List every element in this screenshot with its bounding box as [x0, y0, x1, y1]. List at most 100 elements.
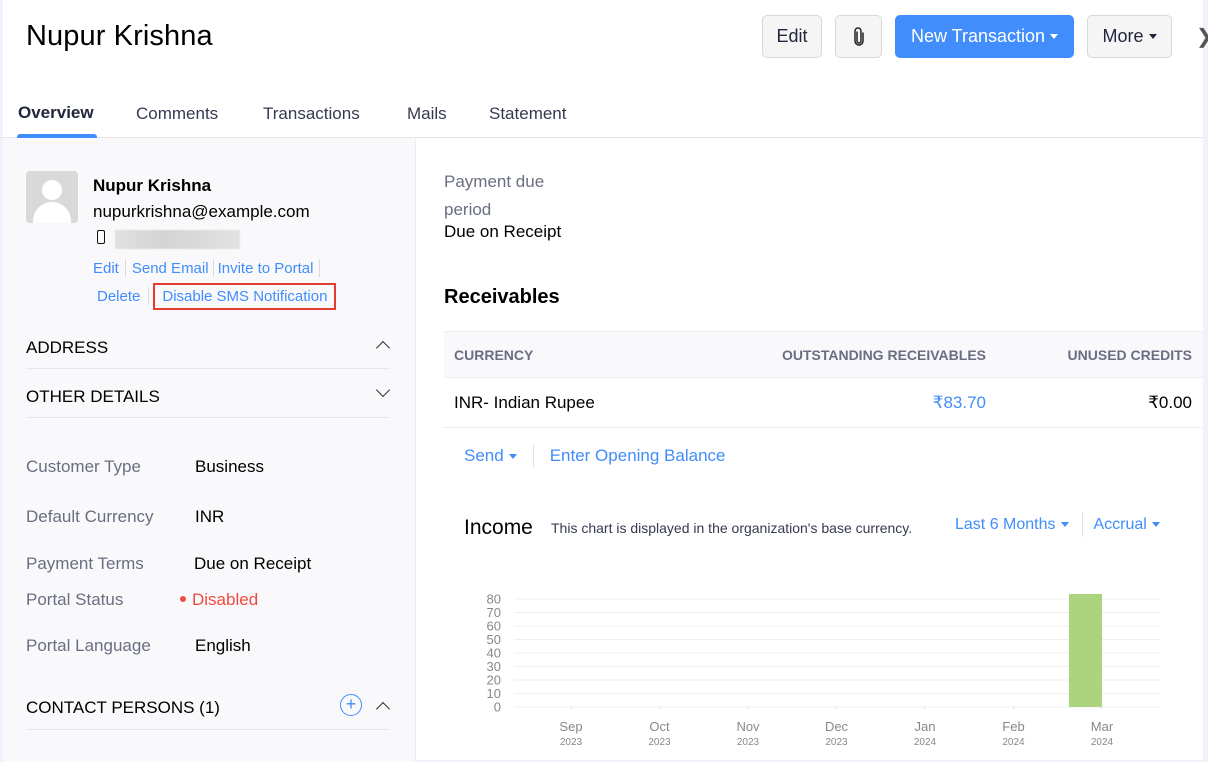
- y-tick-label: 40: [487, 646, 501, 661]
- tab-transactions[interactable]: Transactions: [263, 104, 360, 124]
- x-tick-label-month: Oct: [649, 719, 670, 734]
- tab-comments[interactable]: Comments: [136, 104, 218, 124]
- more-label: More: [1102, 26, 1144, 46]
- receivables-actions: Send Enter Opening Balance: [464, 445, 726, 467]
- edit-button[interactable]: Edit: [762, 15, 822, 58]
- y-tick-label: 60: [487, 619, 501, 634]
- x-tick-label-month: Mar: [1091, 719, 1114, 734]
- y-tick-label: 20: [487, 673, 501, 688]
- x-tick-label-month: Jan: [915, 719, 936, 734]
- y-tick-label: 80: [487, 592, 501, 607]
- x-tick-label-month: Sep: [559, 719, 582, 734]
- other-details-section-header[interactable]: OTHER DETAILS: [26, 382, 391, 418]
- mobile-phone-icon: [97, 230, 105, 244]
- contact-email: nupurkrishna@example.com: [93, 202, 310, 221]
- receivables-title: Receivables: [444, 286, 560, 308]
- divider: [532, 445, 534, 467]
- highlight-box: Disable SMS Notification: [153, 282, 337, 310]
- detail-label: Portal Language: [26, 636, 151, 655]
- status-dot-icon: [180, 595, 186, 602]
- y-tick-label: 10: [487, 686, 501, 701]
- disable-sms-notification-link[interactable]: Disable SMS Notification: [162, 288, 327, 305]
- invite-to-portal-link[interactable]: Invite to Portal: [218, 260, 314, 277]
- chevron-up-icon[interactable]: [375, 340, 391, 356]
- address-section-header[interactable]: ADDRESS: [26, 335, 391, 369]
- new-transaction-button[interactable]: New Transaction: [895, 15, 1074, 58]
- y-tick-label: 0: [494, 700, 501, 715]
- column-header-unused-credits: UNUSED CREDITS: [1067, 347, 1192, 363]
- send-label: Send: [464, 446, 504, 465]
- avatar-body-shape: [33, 202, 71, 223]
- x-tick-label-year: 2024: [1091, 737, 1114, 748]
- contact-name: Nupur Krishna: [93, 176, 212, 195]
- more-button[interactable]: More: [1087, 15, 1172, 58]
- basis-filter-dropdown[interactable]: Accrual: [1094, 516, 1160, 534]
- contact-edit-link[interactable]: Edit: [93, 260, 119, 277]
- tab-mails[interactable]: Mails: [407, 104, 447, 124]
- detail-label: Payment Terms: [26, 554, 144, 573]
- caret-down-icon: [1148, 34, 1157, 39]
- phone-number-redacted: [115, 230, 240, 249]
- x-tick-label-year: 2023: [648, 737, 671, 748]
- enter-opening-balance-link[interactable]: Enter Opening Balance: [550, 446, 726, 466]
- portal-status-value: Disabled: [192, 590, 259, 609]
- x-tick-label-year: 2023: [825, 737, 848, 748]
- unused-credits-cell: ₹0.00: [1148, 393, 1192, 412]
- attach-button[interactable]: [835, 15, 882, 58]
- delete-contact-link[interactable]: Delete: [97, 288, 140, 305]
- column-header-outstanding: OUTSTANDING RECEIVABLES: [781, 347, 986, 363]
- x-tick-label-month: Dec: [825, 719, 849, 734]
- period-filter-dropdown[interactable]: Last 6 Months: [955, 516, 1069, 534]
- chart-filters: Last 6 Months Accrual: [955, 513, 1160, 537]
- table-row: INR- Indian Rupee ₹83.70 ₹0.00: [444, 378, 1203, 428]
- avatar: [26, 171, 78, 223]
- receivables-table: CURRENCY OUTSTANDING RECEIVABLES UNUSED …: [444, 331, 1203, 428]
- tab-bar: Overview Comments Transactions Mails Sta…: [0, 100, 1203, 138]
- income-note: This chart is displayed in the organizat…: [551, 520, 913, 536]
- x-tick-label-year: 2023: [737, 737, 760, 748]
- tab-statement[interactable]: Statement: [489, 104, 567, 124]
- send-email-link[interactable]: Send Email: [132, 260, 209, 277]
- chevron-up-icon[interactable]: [375, 701, 391, 717]
- table-header: CURRENCY OUTSTANDING RECEIVABLES UNUSED …: [444, 331, 1203, 378]
- payment-due-value: Due on Receipt: [444, 222, 562, 241]
- detail-value: INR: [195, 507, 225, 526]
- y-tick-label: 50: [487, 632, 501, 647]
- x-tick-label-year: 2024: [914, 737, 937, 748]
- detail-label: Default Currency: [26, 507, 154, 526]
- detail-value: Due on Receipt: [194, 554, 312, 573]
- detail-label: Portal Status: [26, 590, 124, 609]
- portal-status-badge: Disabled: [180, 590, 258, 610]
- divider: [319, 259, 321, 277]
- new-transaction-label: New Transaction: [910, 26, 1046, 46]
- chevron-down-icon[interactable]: [375, 382, 391, 398]
- toolbar: Edit New Transaction More: [762, 15, 1172, 58]
- period-filter-label: Last 6 Months: [955, 516, 1056, 533]
- payment-due-label: Payment due period: [444, 172, 545, 219]
- right-scroll-edge: [1203, 0, 1208, 762]
- caret-down-icon: [1050, 34, 1059, 39]
- detail-value: Business: [195, 457, 264, 476]
- outstanding-amount-link[interactable]: ₹83.70: [933, 393, 986, 413]
- bar-mar: [1069, 594, 1102, 707]
- send-dropdown[interactable]: Send: [464, 446, 517, 466]
- x-tick-label-month: Feb: [1002, 719, 1024, 734]
- detail-value: English: [195, 636, 251, 655]
- contact-sidebar: Nupur Krishna nupurkrishna@example.com E…: [3, 138, 416, 762]
- chevron-right-icon[interactable]: ❯: [1196, 24, 1208, 49]
- divider: [1081, 513, 1083, 537]
- divider: [148, 287, 150, 305]
- income-chart: 01020304050607080 Sep 2023 Oct 2023 Nov 2023 De…: [487, 592, 1160, 748]
- add-contact-person-icon[interactable]: +: [340, 694, 362, 716]
- contact-persons-section-label: CONTACT PERSONS (1): [26, 698, 220, 717]
- caret-down-icon: [1060, 522, 1069, 528]
- tab-overview[interactable]: Overview: [18, 103, 94, 123]
- divider: [212, 259, 214, 277]
- contact-persons-section-header[interactable]: CONTACT PERSONS (1) +: [26, 694, 391, 730]
- caret-down-icon: [508, 454, 517, 460]
- currency-cell: INR- Indian Rupee: [454, 393, 595, 412]
- avatar-head-shape: [42, 180, 62, 200]
- contact-actions: Edit Send Email Invite to Portal Delete …: [93, 259, 337, 310]
- other-details-section-label: OTHER DETAILS: [26, 387, 160, 406]
- address-section-label: ADDRESS: [26, 338, 109, 357]
